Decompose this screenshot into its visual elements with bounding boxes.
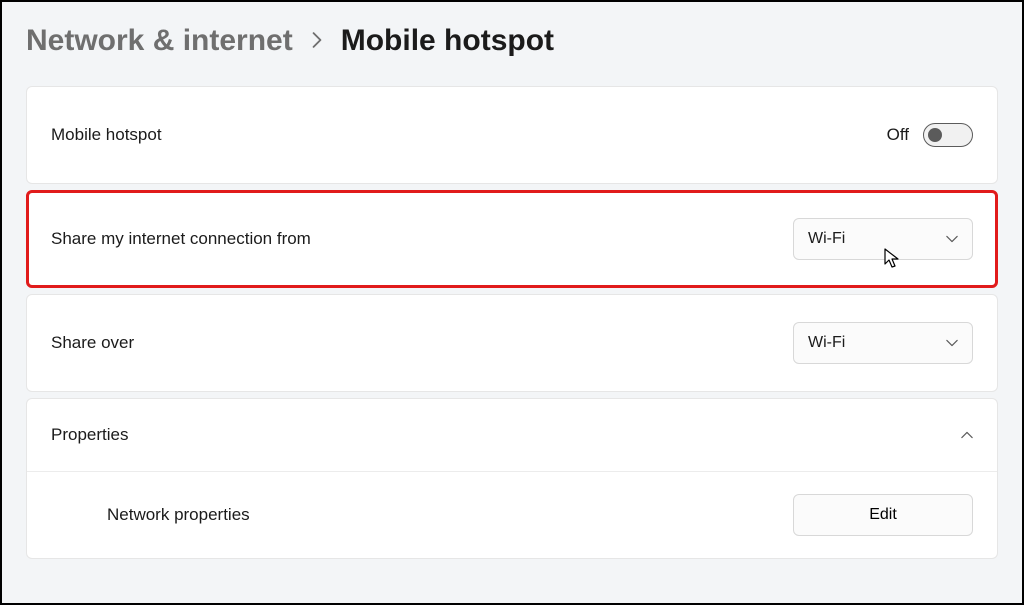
properties-header[interactable]: Properties	[27, 399, 997, 471]
share-over-dropdown[interactable]: Wi-Fi	[793, 322, 973, 364]
properties-body: Network properties Edit	[27, 471, 997, 558]
share-from-dropdown[interactable]: Wi-Fi	[793, 218, 973, 260]
hotspot-toggle[interactable]	[923, 123, 973, 147]
chevron-up-icon	[961, 429, 973, 441]
share-over-card: Share over Wi-Fi	[26, 294, 998, 392]
toggle-knob	[928, 128, 942, 142]
share-over-selected: Wi-Fi	[808, 334, 845, 352]
chevron-down-icon	[946, 233, 958, 245]
share-from-selected: Wi-Fi	[808, 230, 845, 248]
network-properties-label: Network properties	[51, 505, 250, 525]
properties-card: Properties Network properties Edit	[26, 398, 998, 559]
share-from-label: Share my internet connection from	[51, 229, 311, 249]
breadcrumb-parent[interactable]: Network & internet	[26, 24, 293, 58]
chevron-down-icon	[946, 337, 958, 349]
hotspot-state-label: Off	[887, 125, 909, 145]
hotspot-toggle-card: Mobile hotspot Off	[26, 86, 998, 184]
page-title: Mobile hotspot	[341, 24, 554, 58]
hotspot-label: Mobile hotspot	[51, 125, 162, 145]
share-from-card: Share my internet connection from Wi-Fi	[26, 190, 998, 288]
share-over-label: Share over	[51, 333, 134, 353]
breadcrumb: Network & internet Mobile hotspot	[26, 24, 998, 58]
edit-button[interactable]: Edit	[793, 494, 973, 536]
properties-title: Properties	[51, 425, 128, 445]
chevron-right-icon	[311, 28, 323, 54]
